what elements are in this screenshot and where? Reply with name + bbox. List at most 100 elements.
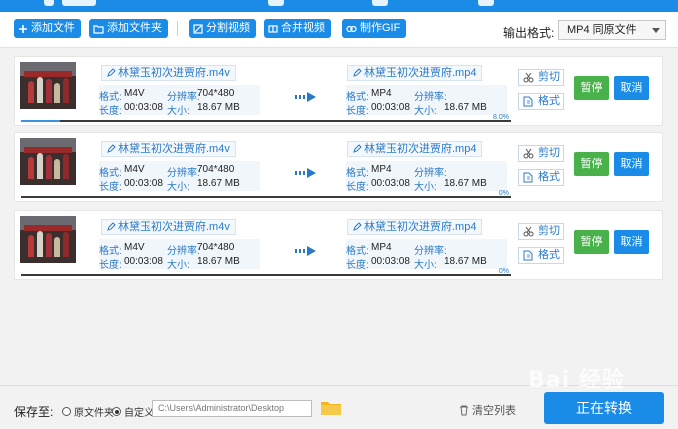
convert-arrow-icon <box>295 168 316 178</box>
source-format-value: M4V <box>124 88 145 99</box>
toolbar-divider <box>177 21 178 36</box>
make-gif-button[interactable]: 制作GIF <box>342 19 407 38</box>
cancel-button[interactable]: 取消 <box>614 76 649 100</box>
pause-button[interactable]: 暂停 <box>574 152 609 176</box>
file-item: 林黛玉初次进贾府.m4v 格式: M4V 分辨率: 704*480 长度: 00… <box>14 210 663 280</box>
target-filename[interactable]: 林黛玉初次进贾府.mp4 <box>347 219 483 235</box>
custom-folder-radio[interactable]: 自定义 <box>112 404 154 419</box>
source-resolution-value: 704*480 <box>197 164 235 175</box>
add-folder-button[interactable]: 添加文件夹 <box>89 19 168 38</box>
format-button[interactable]: 格式 <box>518 247 564 264</box>
source-duration-label: 长度: <box>99 106 122 117</box>
baidu-watermark: Bai 经验 <box>528 368 625 393</box>
source-format-value: M4V <box>124 164 145 175</box>
target-filename[interactable]: 林黛玉初次进贾府.mp4 <box>347 141 483 157</box>
source-resolution-label: 分辨率: <box>167 246 200 257</box>
format-button-label: 格式 <box>538 95 560 107</box>
format-button[interactable]: 格式 <box>518 93 564 110</box>
source-filename[interactable]: 林黛玉初次进贾府.m4v <box>101 141 236 157</box>
target-format-value: MP4 <box>371 242 392 253</box>
source-resolution-label: 分辨率: <box>167 168 200 179</box>
save-to-label: 保存至: <box>14 405 54 419</box>
cancel-button[interactable]: 取消 <box>614 152 649 176</box>
browse-folder-icon[interactable] <box>320 399 342 416</box>
chevron-down-icon <box>652 28 660 33</box>
pause-button[interactable]: 暂停 <box>574 230 609 254</box>
edit-pencil-icon <box>353 222 362 231</box>
progress-fill <box>21 120 61 122</box>
target-resolution-label: 分辨率: <box>414 168 447 179</box>
start-convert-button[interactable]: 正在转换 <box>544 392 664 424</box>
target-filename[interactable]: 林黛玉初次进贾府.mp4 <box>347 65 483 81</box>
cancel-button[interactable]: 取消 <box>614 230 649 254</box>
cut-label: 剪切 <box>538 71 560 83</box>
clear-list-button[interactable]: 清空列表 <box>459 402 516 418</box>
target-size-value: 18.67 MB <box>444 178 487 189</box>
source-info: 格式: M4V 分辨率: 704*480 长度: 00:03:08 大小: 18… <box>99 161 260 193</box>
target-size-value: 18.67 MB <box>444 256 487 267</box>
progress-percent: 0% <box>498 268 509 275</box>
source-resolution-value: 704*480 <box>197 88 235 99</box>
source-size-label: 大小: <box>167 260 190 271</box>
convert-arrow-icon <box>295 246 316 256</box>
source-size-label: 大小: <box>167 182 190 193</box>
add-folder-label: 添加文件夹 <box>107 22 162 34</box>
target-filename-text: 林黛玉初次进贾府.mp4 <box>364 221 477 233</box>
target-size-value: 18.67 MB <box>444 102 487 113</box>
app-title <box>62 0 96 6</box>
add-file-label: 添加文件 <box>31 22 75 34</box>
source-duration-value: 00:03:08 <box>124 256 163 267</box>
source-format-label: 格式: <box>99 168 122 179</box>
source-filename[interactable]: 林黛玉初次进贾府.m4v <box>101 65 236 81</box>
original-folder-radio[interactable]: 原文件夹 <box>62 404 114 419</box>
scissors-icon <box>523 72 534 83</box>
edit-pencil-icon <box>107 144 116 153</box>
file-list: 林黛玉初次进贾府.m4v 格式: M4V 分辨率: 704*480 长度: 00… <box>0 49 678 385</box>
cut-button[interactable]: 剪切 <box>518 69 564 86</box>
target-info: 格式: MP4 分辨率: 长度: 00:03:08 大小: 18.67 MB <box>346 239 507 271</box>
video-thumbnail[interactable] <box>20 62 76 109</box>
target-duration-value: 00:03:08 <box>371 256 410 267</box>
target-size-label: 大小: <box>414 260 437 271</box>
output-format-select[interactable]: MP4 同原文件 <box>558 20 666 40</box>
document-icon <box>523 250 533 261</box>
split-video-label: 分割视频 <box>206 22 250 34</box>
plus-icon <box>19 24 27 33</box>
conversion-progress-bar <box>21 120 511 122</box>
original-folder-label: 原文件夹 <box>74 408 114 419</box>
target-format-label: 格式: <box>346 168 369 179</box>
toolbar: 添加文件 添加文件夹 分割视频 合并视频 制作GIF 输出格式: MP4 同原文… <box>0 12 678 48</box>
scissors-icon <box>523 148 534 159</box>
folder-icon <box>93 24 104 34</box>
merge-video-label: 合并视频 <box>281 22 325 34</box>
target-duration-label: 长度: <box>346 106 369 117</box>
source-size-value: 18.67 MB <box>197 102 240 113</box>
source-filename-text: 林黛玉初次进贾府.m4v <box>118 67 230 79</box>
make-gif-label: 制作GIF <box>360 22 401 34</box>
source-size-label: 大小: <box>167 106 190 117</box>
source-filename[interactable]: 林黛玉初次进贾府.m4v <box>101 219 236 235</box>
source-duration-value: 00:03:08 <box>124 178 163 189</box>
add-file-button[interactable]: 添加文件 <box>14 19 81 38</box>
target-resolution-label: 分辨率: <box>414 92 447 103</box>
edit-pencil-icon <box>107 222 116 231</box>
document-icon <box>523 96 533 107</box>
cut-button[interactable]: 剪切 <box>518 223 564 240</box>
output-format-value: MP4 同原文件 <box>567 24 637 36</box>
progress-percent: 8.0% <box>493 114 509 121</box>
video-thumbnail[interactable] <box>20 216 76 263</box>
pause-button[interactable]: 暂停 <box>574 76 609 100</box>
format-button[interactable]: 格式 <box>518 169 564 186</box>
merge-video-button[interactable]: 合并视频 <box>264 19 331 38</box>
gif-link-icon <box>346 25 357 32</box>
radio-unchecked-icon <box>62 407 71 416</box>
video-thumbnail[interactable] <box>20 138 76 185</box>
radio-checked-icon <box>112 407 121 416</box>
target-size-label: 大小: <box>414 182 437 193</box>
source-resolution-label: 分辨率: <box>167 92 200 103</box>
cut-label: 剪切 <box>538 225 560 237</box>
cut-button[interactable]: 剪切 <box>518 145 564 162</box>
edit-pencil-icon <box>353 68 362 77</box>
split-video-button[interactable]: 分割视频 <box>189 19 256 38</box>
output-path-input[interactable]: C:\Users\Administrator\Desktop <box>152 400 312 417</box>
